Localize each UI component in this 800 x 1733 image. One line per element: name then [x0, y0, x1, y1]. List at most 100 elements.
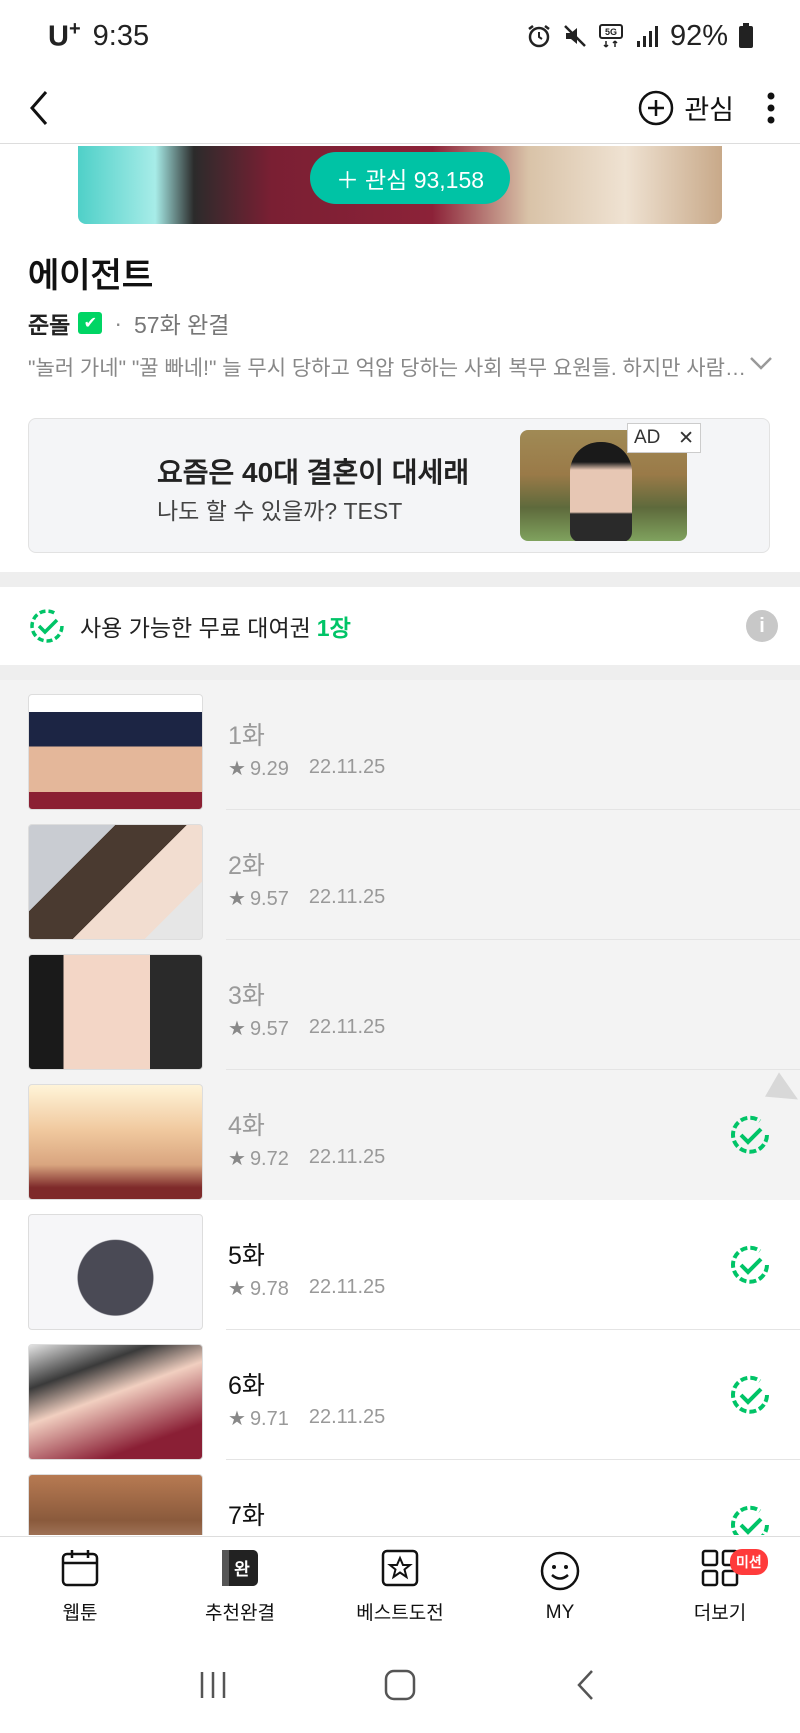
mute-icon	[564, 25, 586, 47]
star-icon: ★	[228, 888, 246, 910]
top-nav: 관심	[0, 72, 800, 144]
episode-title: 7화	[228, 1502, 265, 1530]
smile-icon	[540, 1551, 580, 1590]
episode-title: 2화	[228, 852, 265, 880]
author-name[interactable]: 준돌	[28, 306, 70, 340]
back-icon[interactable]	[24, 88, 54, 128]
star-icon: ★	[228, 1278, 246, 1300]
rental-check-icon	[731, 1115, 769, 1154]
5g-icon: 5G	[598, 24, 623, 48]
star-box-icon	[381, 1549, 419, 1587]
episode-thumbnail	[28, 954, 203, 1070]
battery-percent: 92%	[669, 19, 728, 52]
episode-date: 22.11.25	[308, 756, 386, 778]
bottom-nav-webtoon[interactable]: 웹툰	[0, 1537, 160, 1636]
webtoon-description[interactable]: "놀러 가네" "꿀 빠네!" 늘 무시 당하고 억압 당하는 사회 복무 요원…	[28, 352, 748, 382]
episode-list: 1화 ★ 9.29 22.11.25 2화 ★ 9.57 22.11.25 3화 ★ 9.…	[0, 680, 800, 1535]
star-icon: ★	[228, 758, 246, 780]
carrier-label: U+	[48, 18, 81, 53]
favorite-button[interactable]: 관심	[638, 88, 734, 127]
bottom-nav-more[interactable]: 미션 더보기	[640, 1537, 800, 1636]
bottom-nav-completed[interactable]: 완 추천완결	[160, 1537, 320, 1636]
rental-count: 1장	[316, 615, 351, 641]
ad-title: 요즘은 40대 결혼이 대세래	[157, 457, 470, 488]
episode-rating: 9.29	[249, 758, 289, 780]
rental-check-icon	[731, 1245, 769, 1284]
episode-rating: 9.71	[249, 1408, 289, 1430]
mission-badge: 미션	[730, 1549, 768, 1575]
star-icon: ★	[228, 1408, 246, 1430]
nav-actions: 관심	[638, 88, 776, 127]
episode-row[interactable]: 3화 ★ 9.57 22.11.25	[0, 940, 800, 1070]
episode-info: ★ 9.29 22.11.25	[228, 756, 385, 781]
episode-info: ★ 9.71 22.11.25	[228, 1406, 385, 1431]
episode-row[interactable]: 7화	[0, 1460, 800, 1535]
ad-person-figure	[570, 442, 632, 541]
recent-apps-icon[interactable]	[196, 1668, 230, 1702]
calendar-icon	[61, 1550, 99, 1587]
free-rental-row: 사용 가능한 무료 대여권 1장 i	[0, 587, 800, 665]
bottom-nav-label: 웹툰	[62, 1603, 98, 1624]
rental-check-icon	[731, 1375, 769, 1414]
ad-subtitle: 나도 할 수 있을까? TEST	[157, 498, 403, 524]
episode-date: 22.11.25	[308, 1276, 386, 1298]
bottom-nav-label: 더보기	[693, 1603, 747, 1624]
episode-rating: 9.72	[249, 1148, 289, 1170]
close-icon[interactable]: ✕	[678, 427, 694, 450]
episode-date: 22.11.25	[308, 1146, 386, 1168]
episode-date: 22.11.25	[308, 1406, 386, 1428]
episode-thumbnail	[28, 824, 203, 940]
status-bar: U+ 9:35 5G 92%	[0, 0, 800, 72]
ad-banner[interactable]: 요즘은 40대 결혼이 대세래 나도 할 수 있을까? TEST AD ✕	[28, 418, 770, 553]
episode-title: 6화	[228, 1372, 265, 1400]
meta-separator: ·	[114, 309, 122, 336]
episode-row[interactable]: 5화 ★ 9.78 22.11.25	[0, 1200, 800, 1330]
star-icon: ★	[228, 1148, 246, 1170]
episode-title: 1화	[228, 722, 265, 750]
episode-info: ★ 9.57 22.11.25	[228, 886, 385, 911]
more-menu-icon[interactable]	[766, 90, 776, 126]
favorite-count-pill[interactable]: ＋ 관심 93,158	[310, 152, 511, 204]
svg-text:완: 완	[234, 1560, 250, 1580]
svg-text:5G: 5G	[605, 27, 617, 37]
episode-title: 4화	[228, 1112, 265, 1140]
clock: 9:35	[92, 19, 150, 52]
episode-summary: 57화 완결	[134, 312, 230, 338]
episode-row[interactable]: 4화 ★ 9.72 22.11.25	[0, 1070, 800, 1200]
episode-info: ★ 9.72 22.11.25	[228, 1146, 385, 1171]
verified-check-icon: ✔	[78, 312, 103, 334]
battery-icon	[739, 23, 753, 48]
ad-label: AD	[634, 427, 661, 448]
rental-check-icon	[731, 1505, 769, 1535]
bottom-nav-label: 베스트도전	[356, 1603, 444, 1624]
episode-rating: 9.57	[249, 1018, 289, 1040]
episode-info: ★ 9.57 22.11.25	[228, 1016, 385, 1041]
episode-thumbnail	[28, 694, 203, 810]
episode-row[interactable]: 1화 ★ 9.29 22.11.25	[0, 680, 800, 810]
section-divider	[0, 572, 800, 587]
home-icon[interactable]	[383, 1668, 417, 1702]
completed-icon: 완	[222, 1550, 258, 1586]
ad-badge[interactable]: AD ✕	[627, 423, 701, 453]
episode-row[interactable]: 6화 ★ 9.71 22.11.25	[0, 1330, 800, 1460]
episode-title: 5화	[228, 1242, 265, 1270]
star-icon: ★	[228, 1018, 246, 1040]
favorite-label: 관심	[684, 95, 734, 125]
episode-row[interactable]: 2화 ★ 9.57 22.11.25	[0, 810, 800, 940]
bottom-nav-label: 추천완결	[205, 1603, 275, 1624]
signal-icon	[636, 26, 658, 47]
chevron-down-icon[interactable]	[748, 350, 774, 376]
info-icon[interactable]: i	[746, 610, 778, 642]
episode-date: 22.11.25	[308, 886, 386, 908]
bottom-nav-label: MY	[545, 1601, 575, 1623]
system-back-icon[interactable]	[570, 1668, 604, 1702]
episode-thumbnail	[28, 1474, 203, 1535]
hero-banner: ＋ 관심 93,158	[78, 146, 722, 224]
webtoon-title: 에이전트	[28, 257, 154, 295]
episode-rating: 9.78	[249, 1278, 289, 1300]
episode-info: ★ 9.78 22.11.25	[228, 1276, 385, 1301]
bottom-nav-best-challenge[interactable]: 베스트도전	[320, 1537, 480, 1636]
bottom-nav-my[interactable]: MY	[480, 1537, 640, 1636]
episode-title: 3화	[228, 982, 265, 1010]
episode-date: 22.11.25	[308, 1016, 386, 1038]
